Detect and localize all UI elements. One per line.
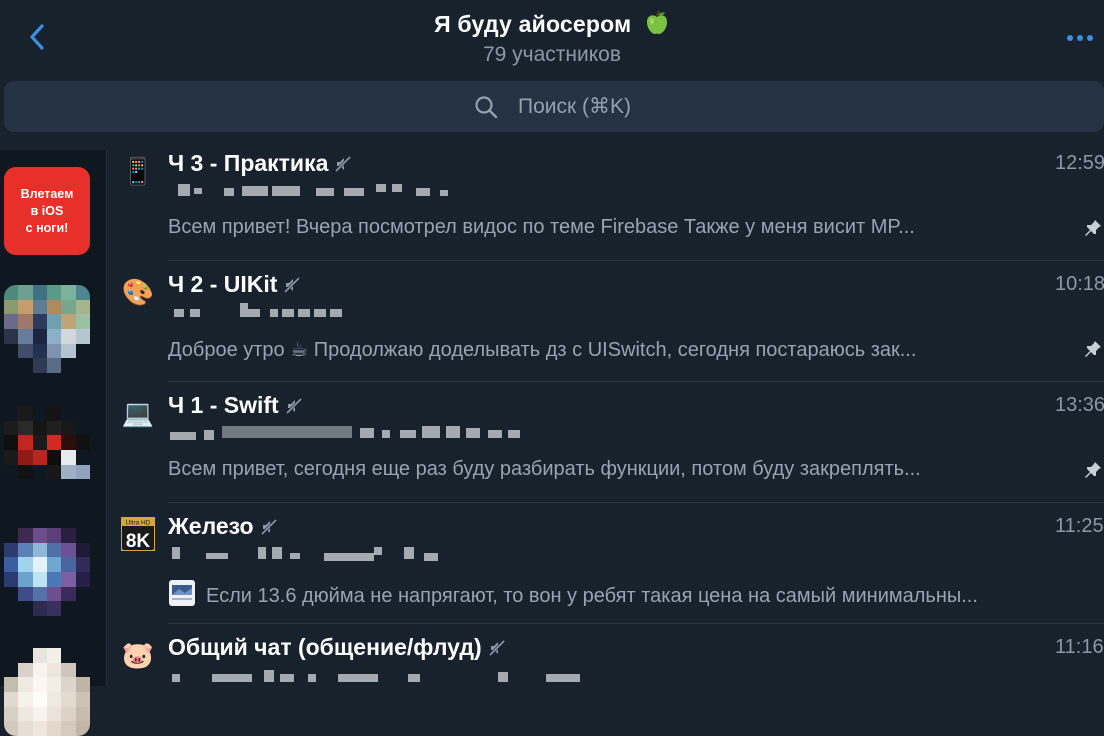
redacted-sender <box>168 301 668 319</box>
chat-preview: Всем привет, сегодня еще раз буду разбир… <box>168 458 921 480</box>
pin-icon <box>1085 341 1101 357</box>
chat-row[interactable]: 💻 Ч 1 - Swift 13:36 Всем привет, сегодня… <box>107 382 1104 503</box>
chat-row[interactable]: 🐷 Общий чат (общение/флуд) 11:16 <box>107 624 1104 686</box>
chat-time: 10:18 <box>1055 273 1104 295</box>
redacted-sender <box>168 180 668 198</box>
folder-sidebar: Влетаем в iOS с ноги! <box>0 150 107 736</box>
topic-list: 📱 Ч 3 - Практика 12:59 Всем привет! Вчер… <box>107 150 1104 686</box>
chat-name: Общий чат (общение/флуд) <box>168 634 482 660</box>
ultra-hd-8k-icon: Ultra HD 8K <box>120 516 156 552</box>
group-title-text: Я буду айосером <box>434 11 632 37</box>
folder-avatar-blurred[interactable] <box>4 285 90 373</box>
chat-header: Я буду айосером 79 участников Поиск (⌘K) <box>0 0 1104 140</box>
chat-preview: Если 13.6 дюйма не напрягают, то вон у р… <box>206 585 978 607</box>
group-title[interactable]: Я буду айосером <box>0 10 1104 42</box>
folder-avatar-blurred[interactable] <box>4 406 90 494</box>
chat-row[interactable]: 🎨 Ч 2 - UIKit 10:18 Доброе утро ☕ Продол… <box>107 261 1104 382</box>
laptop-icon: 💻 <box>121 398 155 428</box>
chat-name: Железо <box>168 513 254 539</box>
folder-avatar-blurred[interactable] <box>4 648 90 736</box>
folder-avatar-blurred[interactable] <box>4 528 90 616</box>
chat-time: 11:16 <box>1055 636 1104 658</box>
redacted-sender <box>168 664 668 682</box>
chat-row[interactable]: Ultra HD 8K Железо 11:25 Если 13.6 дюйма … <box>107 503 1104 624</box>
chat-name-wrap: Общий чат (общение/флуд) <box>168 634 506 663</box>
chat-preview-wrap: Если 13.6 дюйма не напрягают, то вон у р… <box>168 579 1078 613</box>
muted-icon <box>334 152 352 179</box>
member-count: 79 участников <box>482 43 622 66</box>
chat-row[interactable]: 📱 Ч 3 - Практика 12:59 Всем привет! Вчер… <box>107 150 1104 261</box>
chat-preview: Всем привет! Вчера посмотрел видос по те… <box>168 216 915 238</box>
search-icon <box>475 96 498 119</box>
more-button[interactable] <box>1064 26 1104 46</box>
mobile-phone-icon: 📱 <box>121 156 155 186</box>
search-placeholder: Поиск (⌘K) <box>518 95 632 118</box>
chat-time: 12:59 <box>1055 152 1104 174</box>
chat-name: Ч 1 - Swift <box>168 392 279 418</box>
chat-name-wrap: Ч 1 - Swift <box>168 392 303 421</box>
search-field[interactable]: Поиск (⌘K) <box>4 81 1104 132</box>
svg-text:Ultra HD: Ultra HD <box>126 520 151 527</box>
muted-icon <box>488 636 506 663</box>
more-dots-icon <box>1067 35 1093 41</box>
folder-ios-course[interactable]: Влетаем в iOS с ноги! <box>4 167 90 255</box>
palette-icon: 🎨 <box>121 277 155 307</box>
chat-name: Ч 3 - Практика <box>168 150 329 176</box>
chat-time: 13:36 <box>1055 394 1104 416</box>
chat-name: Ч 2 - UIKit <box>168 271 278 297</box>
folder-label: Влетаем в iOS с ноги! <box>20 186 74 235</box>
chat-name-wrap: Ч 3 - Практика <box>168 150 352 179</box>
muted-icon <box>285 394 303 421</box>
muted-icon <box>283 273 301 300</box>
muted-icon <box>260 515 278 542</box>
redacted-sender <box>168 543 668 561</box>
pin-icon <box>1085 220 1101 236</box>
chat-time: 11:25 <box>1055 515 1104 537</box>
redacted-sender <box>168 422 668 440</box>
pin-icon <box>1085 462 1101 478</box>
chat-preview: Доброе утро ☕ Продолжаю доделывать дз с … <box>168 339 917 361</box>
chat-name-wrap: Ч 2 - UIKit <box>168 271 301 300</box>
chat-name-wrap: Железо <box>168 513 278 542</box>
green-apple-icon <box>644 10 670 42</box>
image-thumbnail-icon <box>168 579 196 613</box>
pig-face-icon: 🐷 <box>121 640 155 670</box>
svg-text:8K: 8K <box>126 531 151 551</box>
